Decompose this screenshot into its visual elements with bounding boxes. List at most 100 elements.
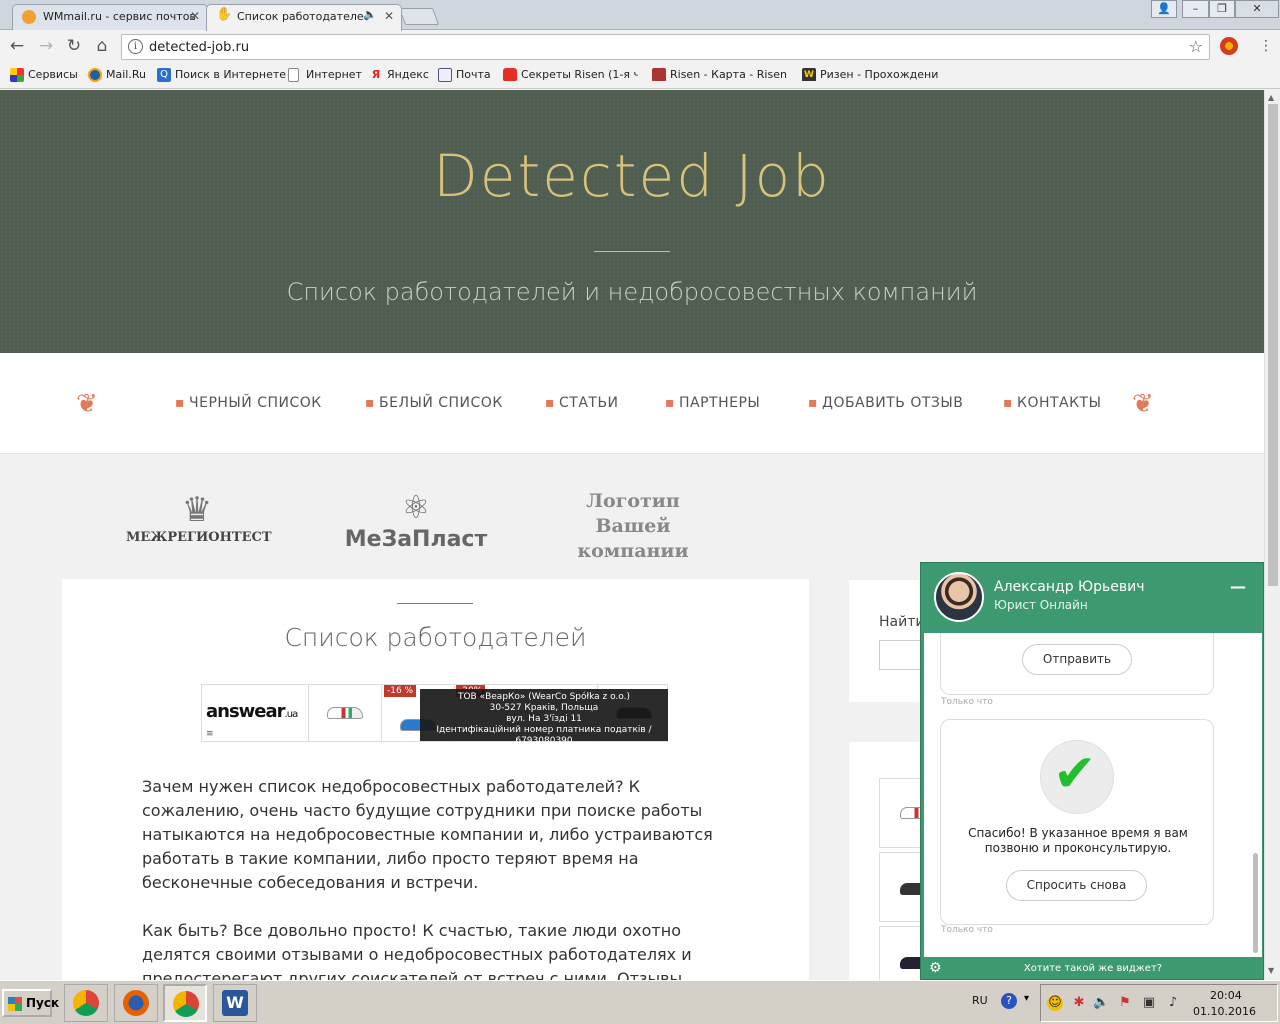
nav-blacklist[interactable]: ▪ ЧЕРНЫЙ СПИСОК [175, 395, 322, 411]
bookmark-mail[interactable]: Почта [438, 68, 491, 82]
tray-sync-icon[interactable]: ✱ [1071, 995, 1087, 1011]
clock-time[interactable]: 20:04 [1210, 989, 1242, 1002]
partner-name: МеЗаПласт [344, 527, 488, 552]
bookmark-search[interactable]: Q Поиск в Интернете [157, 68, 287, 82]
main-content: Список работодателей answear.ua ≡ -16 % … [62, 579, 809, 980]
tray-expand-icon[interactable]: ▾ [1024, 993, 1029, 1004]
chrome-icon [173, 991, 199, 1017]
left-ornament-icon: ❦ [76, 389, 98, 419]
ad-menu-icon[interactable]: ≡ [206, 729, 214, 739]
partner-name: МЕЖРЕГИОНТЕСТ [126, 530, 272, 545]
scrollbar-thumb[interactable] [1268, 104, 1278, 586]
reload-icon[interactable]: ↻ [64, 37, 84, 57]
wmmail-favicon-icon [22, 10, 36, 24]
network-icon[interactable]: ▣ [1141, 995, 1157, 1011]
restore-window-button[interactable]: ❐ [1209, 0, 1235, 18]
tooltip-line: Ідентифікаційний номер платника податків… [436, 725, 652, 746]
bookmark-yandex[interactable]: Я Яндекс [369, 68, 429, 81]
placeholder-line: Вашей [595, 515, 671, 537]
sound-icon[interactable]: ♪ [1165, 995, 1181, 1011]
placeholder-line: Логотип [586, 490, 680, 512]
menu-icon[interactable]: ⋮ [1256, 37, 1276, 57]
nav-whitelist[interactable]: ▪ БЕЛЫЙ СПИСОК [365, 395, 503, 411]
profile-icon[interactable]: 👤 [1151, 0, 1177, 18]
partner-logo-mezaplast[interactable]: ⚛ МеЗаПласт [340, 487, 492, 552]
clock-date[interactable]: 01.10.2016 [1193, 1005, 1256, 1018]
tab-employers-list[interactable]: ✋ Список работодателе 🔈 ✕ [206, 4, 402, 31]
right-ornament-icon: ❦ [1132, 389, 1154, 419]
mailru-icon [88, 68, 102, 82]
nav-articles[interactable]: ▪ СТАТЬИ [545, 395, 619, 411]
bookmark-services[interactable]: Сервисы [10, 68, 78, 82]
ask-again-button[interactable]: Спросить снова [1006, 870, 1147, 901]
site-title[interactable]: Detected Job [0, 142, 1264, 210]
taskbar-word[interactable]: W [213, 984, 257, 1022]
tab-close-icon[interactable]: ✕ [384, 9, 394, 23]
start-button[interactable]: Пуск [2, 989, 59, 1017]
start-label: Пуск [26, 996, 60, 1010]
widget-promo-link[interactable]: Хотите такой же виджет? [921, 960, 1265, 980]
bookmark-internet[interactable]: Интернет [288, 68, 362, 82]
bookmark-mailru[interactable]: Mail.Ru [88, 68, 146, 82]
yandex-icon: Я [371, 68, 381, 81]
page-scrollbar[interactable]: ▲ ▼ [1264, 90, 1280, 980]
home-icon[interactable]: ⌂ [92, 37, 112, 57]
scroll-up-icon[interactable]: ▲ [1268, 93, 1274, 102]
intro-paragraph: Зачем нужен список недобросовестных рабо… [142, 777, 713, 892]
taskbar-chrome-active[interactable] [163, 984, 207, 1022]
taskbar-chrome[interactable] [64, 984, 108, 1022]
extension-icon[interactable] [1220, 37, 1238, 55]
search-label: Найти [879, 614, 925, 630]
address-bar[interactable]: i detected-job.ru ☆ [121, 34, 1210, 60]
bookmark-risen-secrets[interactable]: Секреты Risen (1-я час [503, 68, 638, 81]
bookmark-risen-map[interactable]: Risen - Карта - Risen / F [652, 68, 788, 81]
forward-arrow-icon[interactable]: → [36, 37, 56, 57]
bookmark-star-icon[interactable]: ☆ [1189, 37, 1203, 56]
chat-minimize-button[interactable]: — [1230, 577, 1246, 596]
rpg-icon [652, 68, 666, 81]
nav-partners[interactable]: ▪ ПАРТНЕРЫ [665, 395, 760, 411]
placeholder-line: компании [577, 540, 689, 562]
taskbar-firefox[interactable] [114, 984, 158, 1022]
nav-add-review[interactable]: ▪ ДОБАВИТЬ ОТЗЫВ [808, 395, 963, 411]
ad-banner[interactable]: answear.ua ≡ -16 % -30% ТОВ «ВеарКо» (We… [201, 684, 668, 746]
windows-logo-icon [8, 997, 22, 1011]
back-arrow-icon[interactable]: ← [7, 37, 27, 57]
apps-grid-icon [10, 68, 24, 82]
mail-icon [438, 68, 452, 82]
ad-product[interactable] [308, 685, 380, 741]
bookmark-label: Ризен - Прохождение з [820, 68, 938, 81]
address-url[interactable]: detected-job.ru [149, 40, 249, 55]
chat-confirmation-bubble: ✔ Спасибо! В указанное время я вам позво… [940, 719, 1214, 925]
bookmark-label: Сервисы [28, 68, 78, 81]
minimize-window-button[interactable]: – [1182, 0, 1209, 18]
tab-close-icon[interactable]: ✕ [190, 9, 200, 23]
help-icon[interactable]: ? [1001, 993, 1017, 1009]
chat-messages: Отправить Только что ✔ Спасибо! В указан… [924, 633, 1262, 957]
nav-contacts[interactable]: ▪ КОНТАКТЫ [1003, 395, 1101, 411]
flag-alert-icon[interactable]: ⚑ [1117, 995, 1133, 1011]
tab-wmmail[interactable]: WMmail.ru - сервис почтов ✕ [12, 4, 208, 30]
bookmark-label: Risen - Карта - Risen / F [670, 68, 788, 81]
new-tab-button[interactable] [398, 8, 440, 25]
chat-scrollbar[interactable] [1253, 853, 1258, 953]
language-indicator[interactable]: RU [972, 994, 988, 1007]
tab-title: WMmail.ru - сервис почтов [43, 10, 196, 23]
header-divider [594, 251, 670, 252]
bookmark-label: Яндекс [387, 68, 429, 81]
partner-logo-placeholder[interactable]: Логотип Вашей компании [563, 489, 703, 564]
speaker-icon[interactable]: 🔈 [363, 8, 377, 21]
confirmation-message: Спасибо! В указанное время я вам позвоню… [968, 826, 1188, 855]
firefox-icon [123, 990, 149, 1016]
tray-app-icon[interactable]: ☺ [1047, 995, 1063, 1011]
partner-logo-mezhregiontest[interactable]: ♛ МЕЖРЕГИОНТЕСТ [126, 490, 272, 545]
volume-icon[interactable]: 🔈 [1093, 995, 1109, 1011]
close-window-button[interactable]: ✕ [1235, 0, 1279, 18]
send-button[interactable]: Отправить [1022, 644, 1132, 675]
site-info-icon[interactable]: i [128, 39, 143, 54]
bookmark-label: Поиск в Интернете [175, 68, 287, 81]
eagle-emblem-icon: ♛ [181, 490, 213, 530]
scroll-down-icon[interactable]: ▼ [1268, 966, 1274, 975]
tab-title: Список работодателе [237, 10, 364, 23]
bookmark-risen-walkthrough[interactable]: W Ризен - Прохождение з [802, 68, 938, 81]
